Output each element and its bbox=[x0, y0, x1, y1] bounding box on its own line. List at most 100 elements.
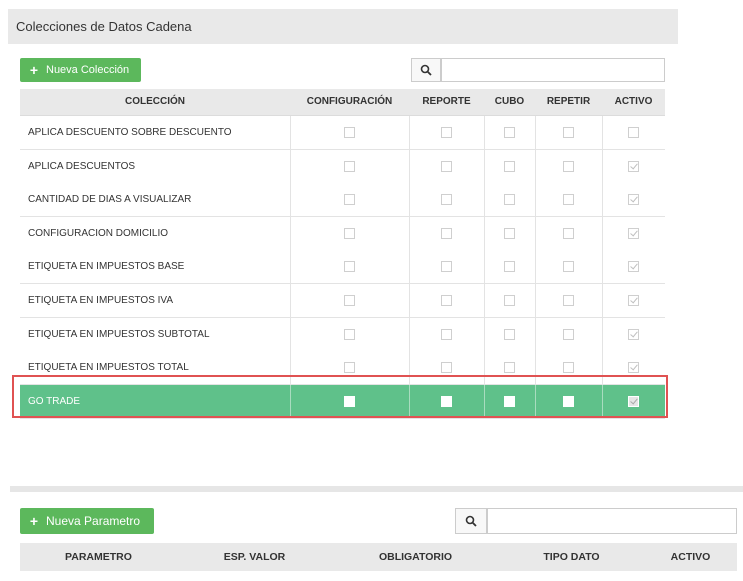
checkbox-reporte[interactable] bbox=[441, 295, 452, 306]
table-row[interactable]: APLICA DESCUENTO SOBRE DESCUENTO bbox=[20, 116, 665, 150]
search-icon bbox=[465, 515, 477, 527]
column-divider bbox=[290, 216, 291, 250]
new-parameter-label: Nueva Parametro bbox=[46, 514, 141, 528]
table-row[interactable]: CANTIDAD DE DIAS A VISUALIZAR bbox=[20, 183, 665, 218]
column-divider bbox=[602, 149, 603, 183]
col-header-esp-valor[interactable]: ESP. VALOR bbox=[177, 543, 332, 571]
collections-search-input[interactable] bbox=[441, 58, 665, 82]
table-row[interactable]: ETIQUETA EN IMPUESTOS BASE bbox=[20, 250, 665, 285]
col-header-parametro[interactable]: PARAMETRO bbox=[20, 543, 177, 571]
column-divider bbox=[602, 216, 603, 250]
column-divider bbox=[409, 149, 410, 183]
col-header-reporte[interactable]: REPORTE bbox=[409, 89, 484, 115]
checkbox-cubo[interactable] bbox=[504, 194, 515, 206]
column-divider bbox=[535, 116, 536, 149]
new-parameter-button[interactable]: + Nueva Parametro bbox=[20, 508, 154, 534]
checkbox-activo[interactable] bbox=[628, 127, 639, 138]
column-divider bbox=[409, 317, 410, 351]
col-header-configuracion[interactable]: CONFIGURACIÓN bbox=[290, 89, 409, 115]
new-collection-button[interactable]: + Nueva Colección bbox=[20, 58, 141, 82]
collection-name: CANTIDAD DE DIAS A VISUALIZAR bbox=[28, 194, 192, 206]
checkbox-configuracion[interactable] bbox=[344, 261, 355, 273]
checkbox-repetir[interactable] bbox=[563, 362, 574, 374]
column-divider bbox=[484, 116, 485, 149]
checkbox-repetir[interactable] bbox=[563, 295, 574, 306]
checkbox-repetir[interactable] bbox=[563, 194, 574, 206]
checkbox-configuracion[interactable] bbox=[344, 328, 355, 340]
checkbox-reporte[interactable] bbox=[441, 261, 452, 273]
checkbox-configuracion[interactable] bbox=[344, 227, 355, 239]
checkbox-reporte[interactable] bbox=[441, 127, 452, 138]
checkbox-configuracion[interactable] bbox=[344, 362, 355, 374]
column-divider bbox=[484, 216, 485, 250]
checkbox-repetir[interactable] bbox=[563, 261, 574, 273]
checkbox-reporte[interactable] bbox=[441, 227, 452, 239]
column-divider bbox=[602, 317, 603, 351]
collection-name: ETIQUETA EN IMPUESTOS SUBTOTAL bbox=[28, 328, 210, 340]
collection-name: ETIQUETA EN IMPUESTOS IVA bbox=[28, 295, 174, 306]
checkbox-configuracion[interactable] bbox=[344, 160, 355, 172]
checkbox-repetir[interactable] bbox=[563, 227, 574, 239]
col-header-obligatorio[interactable]: OBLIGATORIO bbox=[332, 543, 499, 571]
parameters-table-header: PARAMETRO ESP. VALOR OBLIGATORIO TIPO DA… bbox=[20, 543, 737, 571]
column-divider bbox=[602, 250, 603, 284]
checkbox-cubo[interactable] bbox=[504, 261, 515, 273]
collections-table-header: COLECCIÓN CONFIGURACIÓN REPORTE CUBO REP… bbox=[20, 89, 665, 116]
checkbox-cubo[interactable] bbox=[504, 362, 515, 374]
parameter-search-button[interactable] bbox=[455, 508, 487, 534]
checkbox-reporte[interactable] bbox=[441, 194, 452, 206]
checkbox-cubo[interactable] bbox=[504, 328, 515, 340]
checkbox-activo[interactable] bbox=[628, 295, 639, 306]
column-divider bbox=[535, 250, 536, 284]
search-icon bbox=[420, 64, 432, 76]
checkbox-activo[interactable] bbox=[628, 362, 639, 374]
column-divider bbox=[602, 116, 603, 149]
col-header-repetir[interactable]: REPETIR bbox=[535, 89, 602, 115]
checkbox-repetir[interactable] bbox=[563, 127, 574, 138]
column-divider bbox=[535, 183, 536, 217]
checkbox-cubo[interactable] bbox=[504, 227, 515, 239]
checkbox-reporte[interactable] bbox=[441, 160, 452, 172]
parameter-search-input[interactable] bbox=[487, 508, 737, 534]
col-header-cubo[interactable]: CUBO bbox=[484, 89, 535, 115]
table-row[interactable]: APLICA DESCUENTOS bbox=[20, 149, 665, 184]
checkbox-repetir[interactable] bbox=[563, 160, 574, 172]
checkbox-cubo[interactable] bbox=[504, 160, 515, 172]
column-divider bbox=[290, 116, 291, 149]
checkbox-configuracion[interactable] bbox=[344, 194, 355, 206]
column-divider bbox=[290, 183, 291, 217]
checkbox-configuracion[interactable] bbox=[344, 295, 355, 306]
column-divider bbox=[602, 183, 603, 217]
column-divider bbox=[484, 183, 485, 217]
checkbox-activo[interactable] bbox=[628, 160, 639, 172]
column-divider bbox=[535, 216, 536, 250]
checkbox-configuracion[interactable] bbox=[344, 127, 355, 138]
checkbox-activo[interactable] bbox=[628, 194, 639, 206]
checkbox-activo[interactable] bbox=[628, 328, 639, 340]
checkbox-repetir[interactable] bbox=[563, 328, 574, 340]
col-header-activo[interactable]: ACTIVO bbox=[602, 89, 665, 115]
table-row[interactable]: CONFIGURACION DOMICILIO bbox=[20, 216, 665, 251]
table-row[interactable]: ETIQUETA EN IMPUESTOS SUBTOTAL bbox=[20, 317, 665, 352]
checkbox-reporte[interactable] bbox=[441, 362, 452, 374]
collections-panel-header: Colecciones de Datos Cadena bbox=[8, 9, 678, 44]
column-divider bbox=[602, 284, 603, 317]
col-header-tipo-dato[interactable]: TIPO DATO bbox=[499, 543, 644, 571]
search-button[interactable] bbox=[411, 58, 441, 82]
table-row[interactable]: ETIQUETA EN IMPUESTOS IVA bbox=[20, 284, 665, 318]
col-header-coleccion[interactable]: COLECCIÓN bbox=[20, 89, 290, 115]
checkbox-activo[interactable] bbox=[628, 227, 639, 239]
col-header-activo[interactable]: ACTIVO bbox=[644, 543, 737, 571]
checkbox-cubo[interactable] bbox=[504, 127, 515, 138]
column-divider bbox=[484, 284, 485, 317]
checkbox-reporte[interactable] bbox=[441, 328, 452, 340]
panel-title: Colecciones de Datos Cadena bbox=[16, 19, 192, 34]
column-divider bbox=[535, 149, 536, 183]
column-divider bbox=[535, 317, 536, 351]
plus-icon: + bbox=[29, 513, 39, 529]
column-divider bbox=[290, 149, 291, 183]
selected-row-highlight bbox=[12, 375, 668, 418]
section-divider bbox=[10, 486, 743, 492]
checkbox-activo[interactable] bbox=[628, 261, 639, 273]
checkbox-cubo[interactable] bbox=[504, 295, 515, 306]
